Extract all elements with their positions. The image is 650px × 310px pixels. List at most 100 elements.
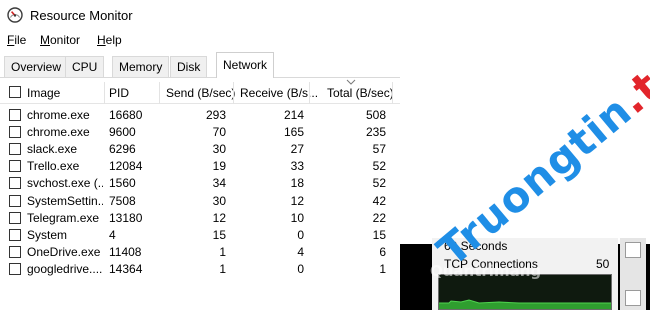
column-header-pid[interactable]: PID [109, 86, 129, 100]
cell-image: svchost.exe (... [27, 176, 103, 191]
cell-image: SystemSettin... [27, 193, 103, 208]
cell-receive: 12 [290, 193, 304, 208]
cell-total: 52 [372, 176, 386, 191]
row-checkbox[interactable] [9, 228, 21, 241]
cell-receive: 165 [283, 125, 304, 140]
cell-receive: 4 [297, 244, 304, 259]
table-row[interactable]: Trello.exe 12084 19 33 52 [0, 158, 400, 175]
column-header-receive[interactable]: Receive (B/s... [240, 86, 318, 100]
cell-pid: 9600 [109, 125, 136, 140]
cell-image: slack.exe [27, 142, 78, 157]
cell-image: OneDrive.exe [27, 244, 101, 259]
menu-help[interactable]: Help [97, 33, 122, 47]
cell-pid: 7508 [109, 193, 136, 208]
row-checkbox[interactable] [9, 160, 21, 173]
cell-total: 42 [372, 193, 386, 208]
column-header-image[interactable]: Image [27, 86, 60, 100]
menu-monitor-mnemonic: M [40, 33, 50, 47]
tab-memory[interactable]: Memory [112, 56, 170, 78]
cell-send: 12 [212, 210, 226, 225]
row-checkbox[interactable] [9, 245, 21, 258]
cell-image: Telegram.exe [27, 210, 100, 225]
column-separator[interactable] [104, 82, 105, 104]
cell-pid: 16680 [109, 108, 143, 122]
column-header-total[interactable]: Total (B/sec) [327, 86, 394, 100]
cell-image: googledrive.... [27, 261, 103, 276]
cell-pid: 11408 [109, 244, 142, 259]
menu-file[interactable]: File [7, 33, 26, 47]
cell-receive: 10 [290, 210, 304, 225]
table-row[interactable]: OneDrive.exe 11408 1 4 6 [0, 244, 400, 261]
cell-total: 22 [372, 210, 386, 225]
cell-pid: 1560 [109, 176, 136, 191]
column-header-send[interactable]: Send (B/sec) [166, 86, 235, 100]
title-bar: Resource Monitor [0, 0, 400, 30]
graph-time-label: 60 Seconds [444, 239, 508, 253]
cell-total: 57 [372, 142, 386, 157]
column-separator[interactable] [309, 82, 310, 104]
cell-send: 1 [219, 261, 226, 276]
table-row[interactable]: Telegram.exe 13180 12 10 22 [0, 210, 400, 227]
tab-strip: Overview CPU Memory Disk Network [0, 52, 400, 78]
watermark-secondary: Quantrimang [430, 262, 542, 280]
graph-panel-scrollbar[interactable] [620, 238, 646, 310]
cell-receive: 0 [297, 227, 304, 242]
tcp-connections-graph-line [439, 299, 611, 309]
network-process-table: Image PID Send (B/sec) Receive (B/s... T… [0, 79, 400, 310]
table-row[interactable]: System 4 15 0 15 [0, 227, 400, 244]
menu-bar: File Monitor Help [0, 30, 400, 50]
cell-total: 52 [372, 159, 386, 174]
column-separator[interactable] [159, 82, 160, 104]
graph-panel-down-button[interactable] [625, 290, 641, 306]
menu-monitor[interactable]: Monitor [40, 33, 80, 47]
sort-descending-icon [346, 79, 356, 85]
cell-receive: 0 [297, 261, 304, 276]
row-checkbox[interactable] [9, 177, 21, 190]
row-checkbox[interactable] [9, 126, 21, 139]
table-row[interactable]: slack.exe 6296 30 27 57 [0, 141, 400, 158]
cell-send: 293 [205, 108, 226, 122]
select-all-checkbox[interactable] [9, 86, 21, 98]
row-checkbox[interactable] [9, 262, 21, 275]
cell-image: chrome.exe [27, 125, 90, 140]
cell-pid: 13180 [109, 210, 143, 225]
menu-file-label-rest: ile [14, 33, 27, 47]
cell-pid: 14364 [109, 261, 143, 276]
cell-image: chrome.exe [27, 108, 90, 122]
table-row[interactable]: googledrive.... 14364 1 0 1 [0, 261, 400, 278]
cell-receive: 33 [290, 159, 304, 174]
cell-total: 508 [365, 108, 386, 122]
row-checkbox[interactable] [9, 143, 21, 156]
graph-panel-up-button[interactable] [625, 242, 641, 258]
resource-monitor-gauge-icon [7, 7, 23, 23]
column-separator[interactable] [233, 82, 234, 104]
tab-network[interactable]: Network [216, 52, 275, 78]
table-header: Image PID Send (B/sec) Receive (B/s... T… [0, 79, 400, 104]
row-checkbox[interactable] [9, 211, 21, 224]
cell-total: 1 [379, 261, 386, 276]
tab-cpu[interactable]: CPU [65, 56, 105, 78]
table-row[interactable]: svchost.exe (... 1560 34 18 52 [0, 175, 400, 192]
row-checkbox[interactable] [9, 109, 21, 121]
cell-send: 19 [212, 159, 226, 174]
cell-send: 15 [212, 227, 226, 242]
cell-image: Trello.exe [27, 159, 80, 174]
table-row[interactable]: chrome.exe 16680 293 214 508 [0, 107, 400, 124]
cell-pid: 4 [109, 227, 116, 242]
table-row[interactable]: SystemSettin... 7508 30 12 42 [0, 193, 400, 210]
tab-disk[interactable]: Disk [170, 56, 208, 78]
cell-total: 6 [379, 244, 386, 259]
cell-total: 15 [372, 227, 386, 242]
graph-series-max: 50 [596, 257, 610, 271]
column-separator[interactable] [392, 82, 393, 104]
cell-receive: 27 [290, 142, 304, 157]
menu-help-label-rest: elp [105, 33, 122, 47]
tab-overview[interactable]: Overview [4, 56, 69, 78]
cell-send: 70 [212, 125, 226, 140]
tab-strip-divider [0, 77, 400, 78]
row-checkbox[interactable] [9, 194, 21, 207]
resource-monitor-window: Resource Monitor File Monitor Help Overv… [0, 0, 400, 310]
cell-pid: 6296 [109, 142, 136, 157]
table-row[interactable]: chrome.exe 9600 70 165 235 [0, 124, 400, 141]
cell-send: 34 [212, 176, 226, 191]
